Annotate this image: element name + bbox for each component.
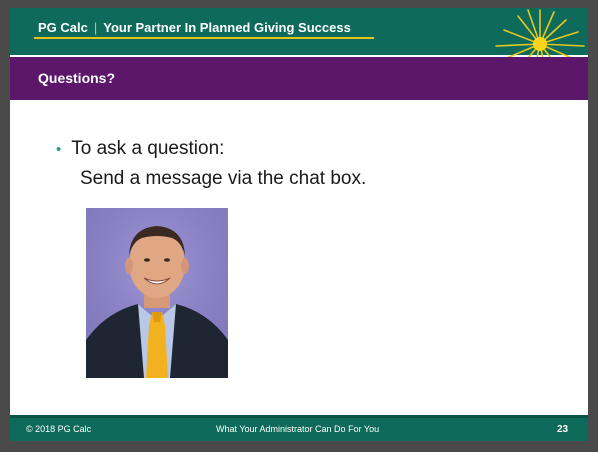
presenter-photo-image xyxy=(86,208,228,378)
brand-name: PG Calc xyxy=(38,20,88,35)
title-bar: Questions? xyxy=(10,57,588,100)
header-text: PG Calc | Your Partner In Planned Giving S… xyxy=(38,20,351,35)
footer-copyright: © 2018 PG Calc xyxy=(26,424,92,434)
presenter-photo xyxy=(86,208,228,378)
header-separator: | xyxy=(93,20,98,35)
slide: PG Calc | Your Partner In Planned Giving S… xyxy=(10,8,588,441)
footer: © 2018 PG Calc What Your Administrator C… xyxy=(10,415,588,441)
tagline: Your Partner In Planned Giving Success xyxy=(103,20,351,35)
header-underline xyxy=(34,37,374,39)
footer-presentation-title: What Your Administrator Can Do For You xyxy=(216,424,380,434)
bullet-dot-icon: • xyxy=(56,141,62,158)
bullet-text: To ask a question: xyxy=(71,138,225,159)
page-number: 23 xyxy=(557,424,569,435)
bullet-subtext: Send a message via the chat box. xyxy=(80,168,367,189)
slide-title: Questions? xyxy=(38,70,116,86)
bullet-item: • To ask a question: xyxy=(56,138,224,160)
footer-top-stripe xyxy=(10,415,588,418)
